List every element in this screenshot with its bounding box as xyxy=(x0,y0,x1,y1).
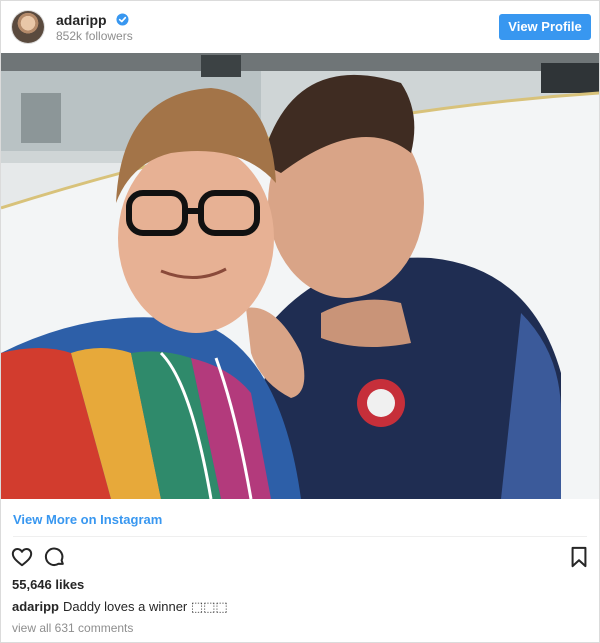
view-profile-button[interactable]: View Profile xyxy=(499,14,591,40)
post-header: adaripp 852k followers View Profile xyxy=(1,1,599,53)
view-all-comments-link[interactable]: view all 631 comments xyxy=(12,621,133,635)
caption-text: Daddy loves a winner ⬚⬚⬚ xyxy=(62,599,228,614)
divider xyxy=(13,536,587,537)
avatar[interactable] xyxy=(12,11,44,43)
photo-illustration xyxy=(1,53,599,499)
bookmark-icon[interactable] xyxy=(570,546,588,568)
instagram-embed-card: adaripp 852k followers View Profile View… xyxy=(0,0,600,643)
comment-icon[interactable] xyxy=(44,546,66,568)
caption-username[interactable]: adaripp xyxy=(12,599,59,614)
like-count: 55,646 likes xyxy=(12,577,85,592)
follower-count: 852k followers xyxy=(56,29,133,43)
caption: adaripp Daddy loves a winner ⬚⬚⬚ xyxy=(12,599,228,615)
post-photo[interactable] xyxy=(1,53,599,499)
verified-badge-icon xyxy=(116,13,129,26)
username[interactable]: adaripp xyxy=(56,12,107,28)
heart-icon[interactable] xyxy=(11,546,33,568)
view-more-on-instagram-link[interactable]: View More on Instagram xyxy=(13,512,162,527)
